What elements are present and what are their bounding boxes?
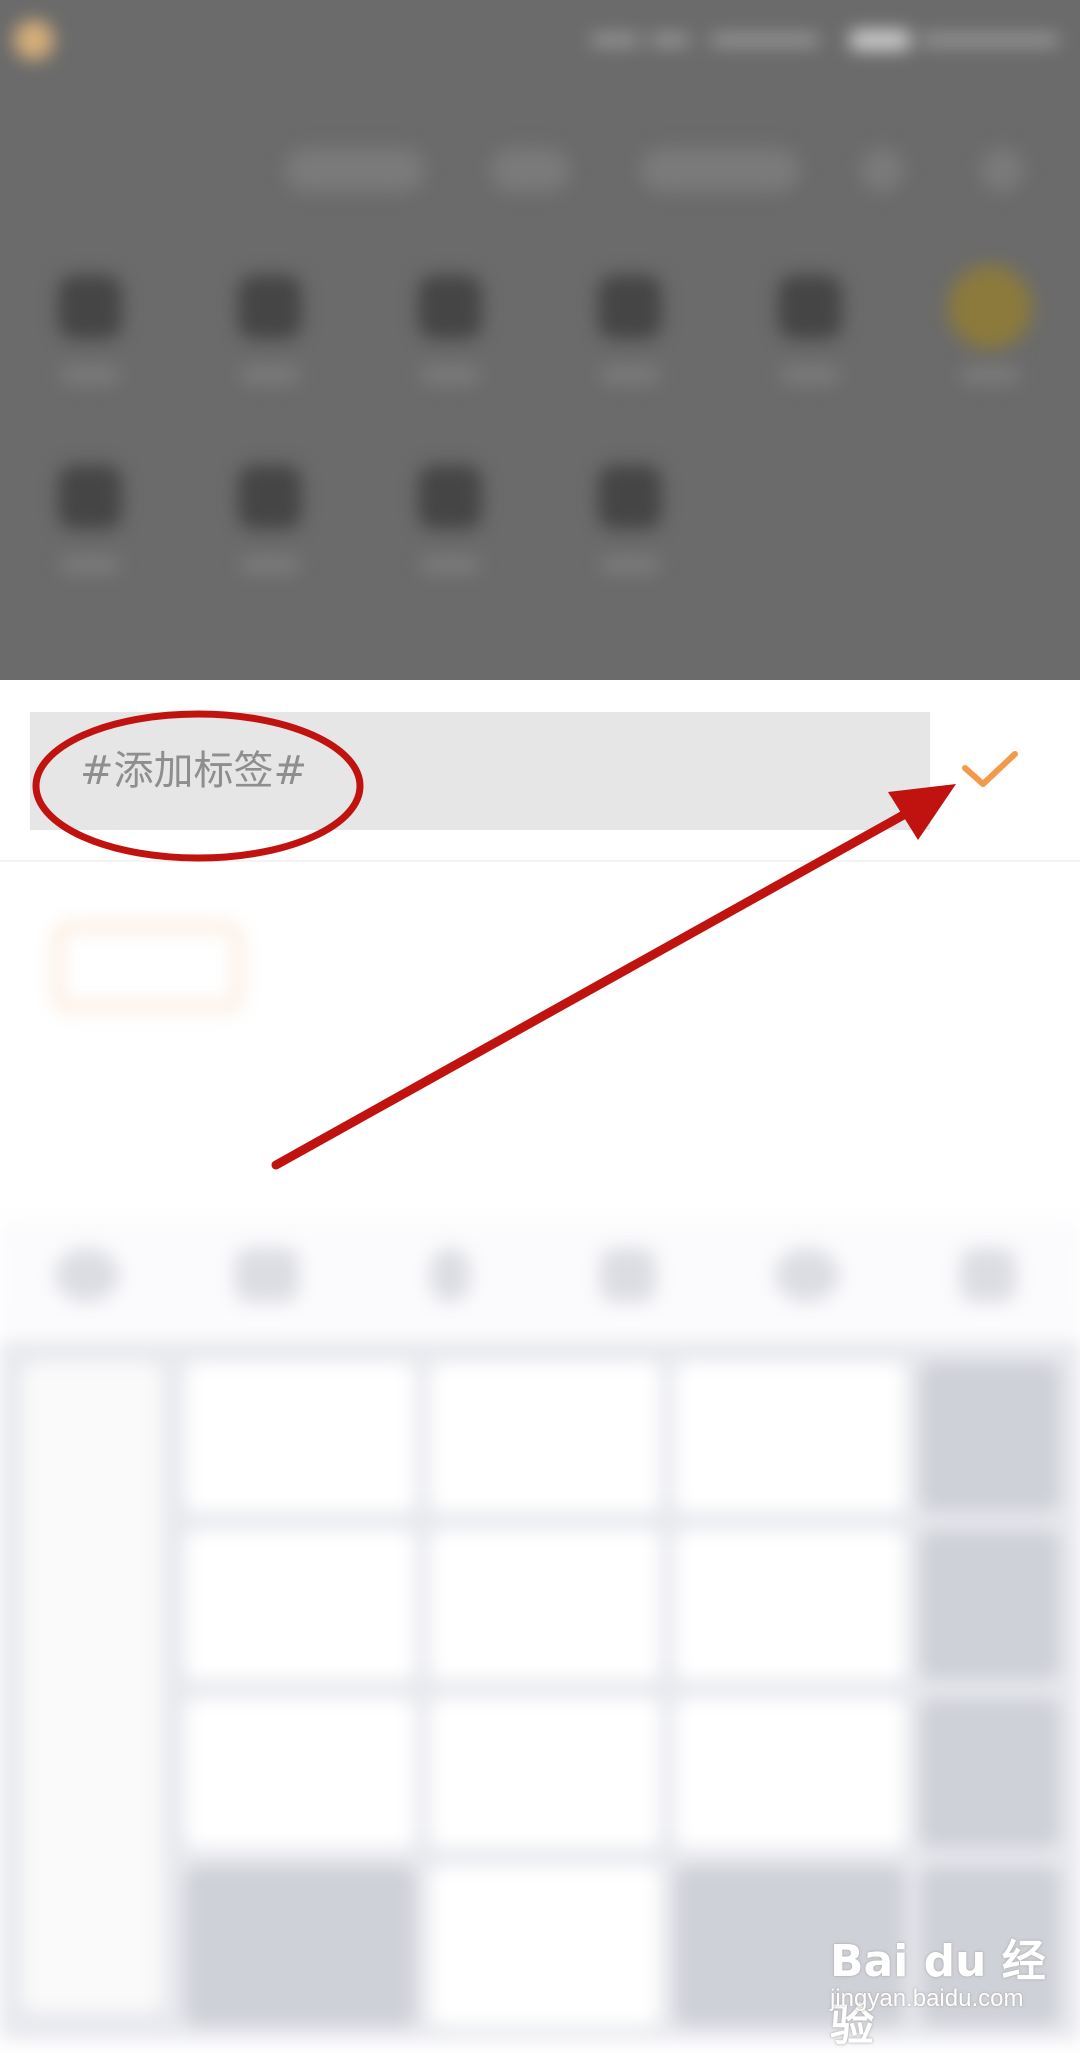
toolbar-pill (285, 148, 425, 192)
keyboard-key (185, 1530, 415, 1680)
watermark-url: jingyan.baidu.com (830, 1985, 1024, 2012)
toolbar-pill (640, 148, 800, 192)
tool-button (30, 275, 150, 415)
suggested-tag-chip (56, 925, 240, 1009)
keyboard-key (430, 1698, 660, 1848)
annotation-arrow-line (271, 798, 930, 1170)
tool-button (750, 275, 870, 415)
tool-button (570, 465, 690, 605)
keyboard-key (430, 1362, 660, 1512)
keyboard-delete-key (920, 1362, 1060, 1512)
toolbar-pill (490, 148, 570, 192)
tag-input[interactable] (30, 712, 930, 830)
keyboard-key (675, 1362, 905, 1512)
keyboard-key (675, 1530, 905, 1680)
keyboard-toolbar (0, 1220, 1080, 1330)
dimmed-background (0, 0, 1080, 680)
keyboard-symbol-column (22, 1362, 162, 2012)
baidu-jingyan-watermark: Bai du 经验 jingyan.baidu.com (830, 1925, 1070, 2051)
checkmark-icon (962, 751, 1018, 787)
tool-button (210, 275, 330, 415)
keyboard-key (920, 1698, 1060, 1848)
app-icon (14, 20, 54, 60)
keyboard-key (185, 1362, 415, 1512)
keyboard-key (920, 1530, 1060, 1680)
toolbar-icon (860, 148, 904, 192)
keyboard-key (185, 1698, 415, 1848)
keyboard-key (675, 1698, 905, 1848)
status-bar (0, 0, 1080, 80)
keyboard-key (185, 1866, 415, 2026)
editor-toolbar (0, 130, 1080, 210)
toolbar-accent-item (30, 148, 170, 192)
tool-button (210, 465, 330, 605)
tool-button (30, 465, 150, 605)
keyboard-key (430, 1530, 660, 1680)
divider (0, 860, 1080, 862)
tool-button (390, 275, 510, 415)
tool-button (390, 465, 510, 605)
tool-button-highlighted (930, 265, 1050, 415)
keyboard-space-key (430, 1866, 660, 2026)
toolbar-icon (980, 148, 1024, 192)
tool-button (570, 275, 690, 415)
confirm-button[interactable] (955, 740, 1025, 800)
